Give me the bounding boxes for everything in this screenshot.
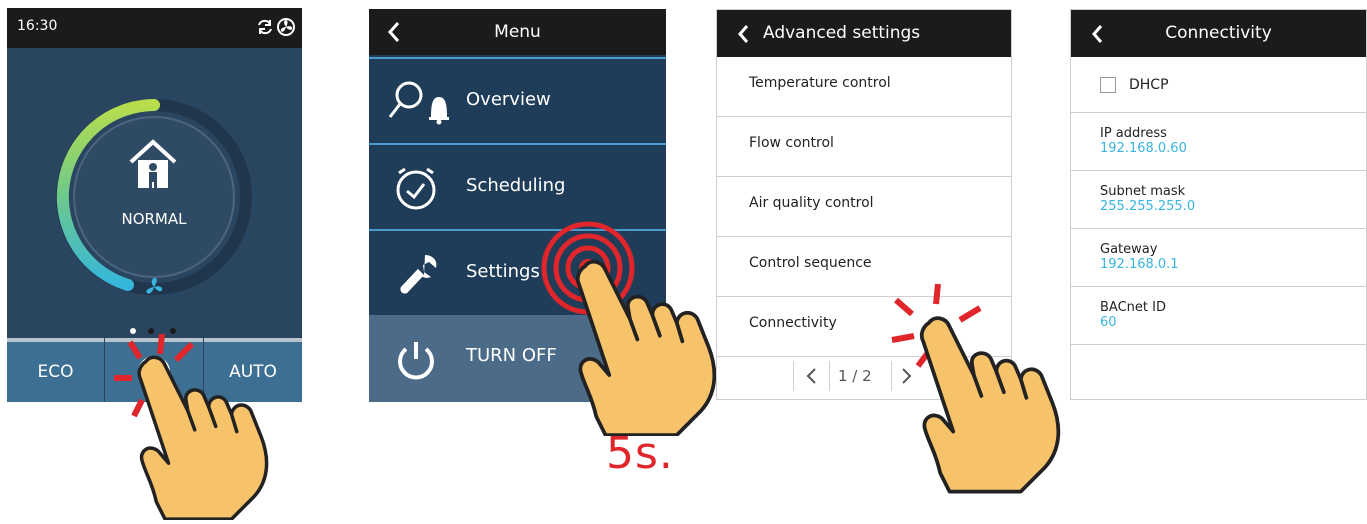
mode-label: NORMAL <box>121 210 187 228</box>
field-value: 192.168.0.60 <box>1100 141 1187 156</box>
menu-title: Menu <box>494 22 541 42</box>
power-icon <box>395 339 437 385</box>
list-item-label: Connectivity <box>749 315 837 331</box>
list-item-flow-control[interactable]: Flow control <box>717 117 1011 177</box>
advanced-title: Advanced settings <box>763 23 921 43</box>
ip-address-field[interactable]: IP address 192.168.0.60 <box>1071 113 1366 171</box>
menu-item-turn-off[interactable]: TURN OFF <box>369 315 666 402</box>
menu-item-scheduling-label: Scheduling <box>466 175 566 196</box>
connectivity-screen: Connectivity DHCP IP address 192.168.0.6… <box>1070 9 1367 400</box>
menu-header: Menu <box>369 9 666 55</box>
mode-dial[interactable] <box>49 92 259 302</box>
menu-item-overview-label: Overview <box>466 89 551 110</box>
overview-icon <box>387 77 451 129</box>
eco-label: ECO <box>37 362 74 382</box>
field-label: Gateway <box>1100 242 1158 257</box>
fan-status-icon <box>276 17 296 41</box>
auto-button[interactable]: AUTO <box>204 338 302 402</box>
field-value: 255.255.255.0 <box>1100 199 1196 214</box>
clock-icon <box>393 167 439 217</box>
wrench-icon <box>395 251 441 301</box>
press-indicator-marks <box>114 333 195 418</box>
auto-label: AUTO <box>229 362 277 382</box>
dhcp-row[interactable]: DHCP <box>1071 57 1366 113</box>
status-bar: 16:30 <box>7 8 302 48</box>
list-item-label: Temperature control <box>749 75 891 91</box>
menu-screen: Menu Overview Scheduling Settings TURN O… <box>369 9 666 402</box>
field-value: 60 <box>1100 315 1117 330</box>
bacnet-id-field[interactable]: BACnet ID 60 <box>1071 287 1366 345</box>
field-value: 192.168.0.1 <box>1100 257 1179 272</box>
menu-item-settings-label: Settings <box>466 261 540 282</box>
fan-icon <box>143 276 165 302</box>
advanced-header: Advanced settings <box>717 10 1011 57</box>
press-indicator-marks <box>891 283 982 368</box>
press-duration-label: 5s. <box>606 428 674 479</box>
field-label: IP address <box>1100 126 1167 141</box>
dhcp-checkbox[interactable] <box>1100 77 1116 93</box>
eco-button[interactable]: ECO <box>7 338 104 402</box>
list-item-temperature-control[interactable]: Temperature control <box>717 57 1011 117</box>
field-label: BACnet ID <box>1100 300 1166 315</box>
connectivity-title: Connectivity <box>1165 23 1272 43</box>
list-item-label: Control sequence <box>749 255 872 271</box>
sync-icon <box>255 17 275 41</box>
clock-time: 16:30 <box>17 18 58 34</box>
subnet-mask-field[interactable]: Subnet mask 255.255.255.0 <box>1071 171 1366 229</box>
menu-item-turn-off-label: TURN OFF <box>466 345 557 366</box>
back-chevron-icon[interactable] <box>737 24 749 48</box>
field-label: Subnet mask <box>1100 184 1186 199</box>
connectivity-header: Connectivity <box>1071 10 1366 57</box>
list-item-label: Air quality control <box>749 195 874 211</box>
gateway-field[interactable]: Gateway 192.168.0.1 <box>1071 229 1366 287</box>
list-item-label: Flow control <box>749 135 834 151</box>
home-person-icon <box>127 138 179 194</box>
dhcp-label: DHCP <box>1129 77 1169 93</box>
long-press-ring <box>541 221 635 315</box>
menu-item-scheduling[interactable]: Scheduling <box>369 143 666 227</box>
prev-page-icon[interactable] <box>805 367 817 389</box>
list-item-air-quality-control[interactable]: Air quality control <box>717 177 1011 237</box>
page-counter: 1 / 2 <box>838 367 872 385</box>
menu-item-overview[interactable]: Overview <box>369 57 666 141</box>
